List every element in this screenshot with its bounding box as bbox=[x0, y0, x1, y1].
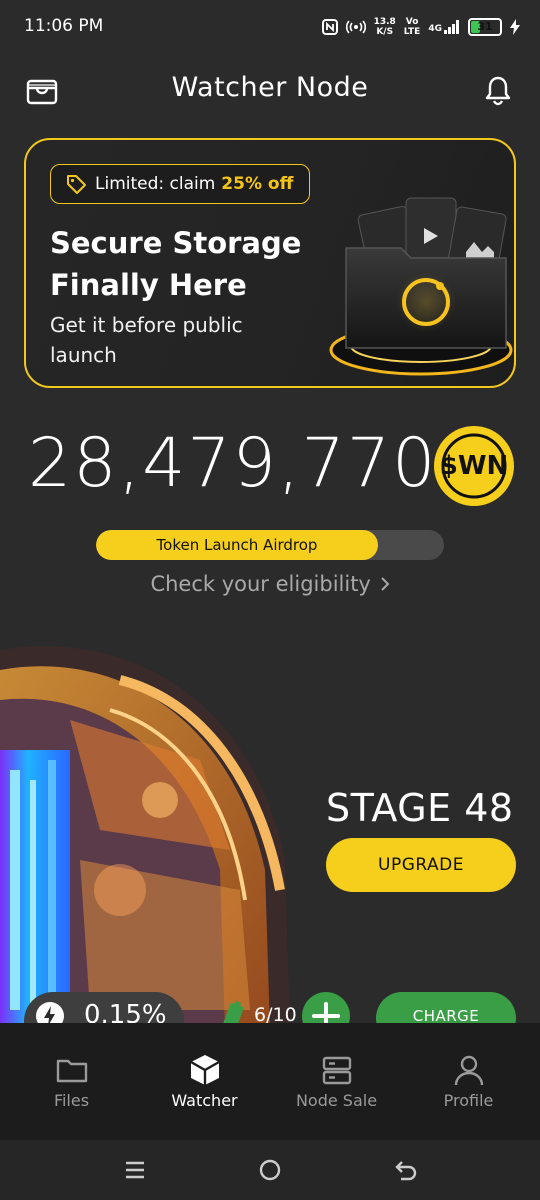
charging-bolt-icon bbox=[510, 19, 520, 35]
bottom-navigation: Files Watcher Node Sale Profile bbox=[0, 1023, 540, 1140]
discount-tag-text: Limited: claim bbox=[95, 174, 216, 194]
nav-item-files[interactable]: Files bbox=[4, 1023, 139, 1140]
status-icons: 13.8 K/S Vo LTE 4G 31 bbox=[321, 14, 520, 40]
folder-icon bbox=[56, 1059, 87, 1083]
chevron-right-icon bbox=[380, 577, 389, 591]
net-speed-value: 13.8 bbox=[373, 17, 396, 27]
signal-indicator: 4G bbox=[428, 20, 460, 34]
cube-icon bbox=[189, 1055, 220, 1085]
upgrade-button[interactable]: UPGRADE bbox=[326, 838, 516, 892]
home-icon[interactable] bbox=[258, 1158, 282, 1182]
nav-label-watcher: Watcher bbox=[171, 1091, 238, 1110]
nav-label-files: Files bbox=[53, 1091, 90, 1110]
signal-label: 4G bbox=[428, 24, 442, 34]
volte-indicator: Vo LTE bbox=[404, 17, 421, 37]
nav-item-node-sale[interactable]: Node Sale bbox=[269, 1023, 404, 1140]
token-balance: 28,479,770 bbox=[28, 424, 438, 503]
promo-banner[interactable]: Limited: claim 25% off Secure Storage Fi… bbox=[24, 138, 516, 388]
promo-subtext: Get it before public launch bbox=[50, 313, 243, 367]
battery-icon: 31 bbox=[468, 18, 502, 36]
node-core-illustration bbox=[0, 646, 290, 1030]
nav-item-watcher[interactable]: Watcher bbox=[137, 1023, 272, 1140]
discount-tag-highlight: 25% off bbox=[221, 174, 294, 194]
discount-tag: Limited: claim 25% off bbox=[50, 164, 311, 204]
airdrop-label: Token Launch Airdrop bbox=[156, 536, 318, 554]
nav-item-profile[interactable]: Profile bbox=[401, 1023, 536, 1140]
coin-symbol: $WN bbox=[439, 451, 509, 481]
volte-bottom: LTE bbox=[403, 27, 421, 37]
user-icon bbox=[454, 1055, 483, 1086]
nav-label-node-sale: Node Sale bbox=[295, 1091, 378, 1110]
price-tag-icon bbox=[67, 175, 86, 194]
server-icon bbox=[322, 1056, 351, 1085]
page-title: Watcher Node bbox=[171, 72, 369, 103]
nav-label-profile: Profile bbox=[443, 1091, 494, 1110]
hotspot-icon bbox=[345, 20, 366, 34]
eligibility-link-text: Check your eligibility bbox=[150, 572, 371, 596]
volte-top: Vo bbox=[405, 17, 419, 27]
system-navigation-bar bbox=[0, 1140, 540, 1200]
recent-apps-icon[interactable] bbox=[124, 1159, 146, 1181]
stage-label: STAGE 48 bbox=[326, 786, 514, 830]
status-bar: 11:06 PM 13.8 K/S Vo LTE 4G 31 bbox=[0, 0, 540, 56]
back-icon[interactable] bbox=[394, 1158, 418, 1182]
wn-coin-icon: $WN bbox=[434, 426, 514, 506]
status-time: 11:06 PM bbox=[24, 16, 104, 36]
eligibility-link[interactable]: Check your eligibility bbox=[0, 572, 540, 596]
net-speed: 13.8 K/S bbox=[374, 17, 396, 37]
promo-headline: Secure Storage Finally Here bbox=[50, 226, 302, 302]
nfc-icon bbox=[321, 19, 338, 35]
storage-folder-illustration bbox=[329, 197, 513, 376]
bell-icon[interactable] bbox=[482, 74, 514, 106]
battery-level: 31 bbox=[477, 20, 493, 33]
signal-icon bbox=[444, 20, 459, 34]
net-speed-unit: K/S bbox=[376, 27, 394, 37]
